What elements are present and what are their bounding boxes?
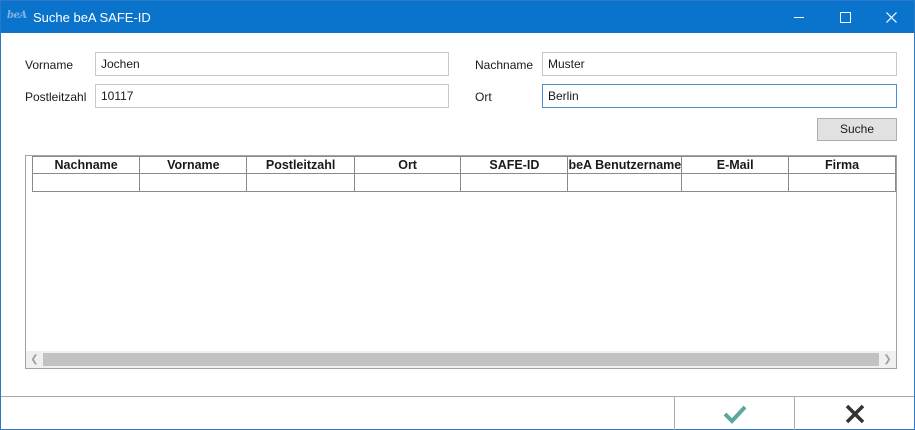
column-header-firma[interactable]: Firma xyxy=(788,156,896,174)
table-cell[interactable] xyxy=(788,173,896,192)
ort-input[interactable]: Berlin xyxy=(542,84,897,108)
horizontal-scrollbar[interactable]: ❮ ❯ xyxy=(26,351,896,368)
search-button[interactable]: Suche xyxy=(817,118,897,141)
plz-label: Postleitzahl xyxy=(25,90,87,104)
column-header-bea-benutzername[interactable]: beA Benutzername xyxy=(567,156,683,174)
scrollbar-thumb[interactable] xyxy=(43,353,879,366)
checkmark-icon xyxy=(723,405,747,424)
plz-input[interactable]: 10117 xyxy=(95,84,449,108)
table-header-row: Nachname Vorname Postleitzahl Ort SAFE-I… xyxy=(31,156,896,174)
results-table: Nachname Vorname Postleitzahl Ort SAFE-I… xyxy=(31,156,896,192)
scroll-right-icon[interactable]: ❯ xyxy=(879,351,896,368)
minimize-button[interactable] xyxy=(776,1,822,33)
column-header-nachname[interactable]: Nachname xyxy=(31,156,141,174)
close-x-icon xyxy=(845,404,865,423)
maximize-button[interactable] xyxy=(822,1,868,33)
nachname-label: Nachname xyxy=(475,58,534,72)
cancel-button[interactable] xyxy=(794,397,915,430)
results-grid[interactable]: Nachname Vorname Postleitzahl Ort SAFE-I… xyxy=(25,155,897,369)
scroll-left-icon[interactable]: ❮ xyxy=(26,351,43,368)
table-cell[interactable] xyxy=(31,173,141,192)
vorname-input[interactable]: Jochen xyxy=(95,52,449,76)
close-window-button[interactable] xyxy=(868,1,914,33)
column-header-postleitzahl[interactable]: Postleitzahl xyxy=(246,156,355,174)
minimize-icon xyxy=(793,16,804,18)
app-logo: beA xyxy=(7,10,27,21)
table-cell[interactable] xyxy=(139,173,248,192)
maximize-icon xyxy=(839,11,851,23)
column-header-email[interactable]: E-Mail xyxy=(681,156,790,174)
table-cell[interactable] xyxy=(567,173,683,192)
column-header-ort[interactable]: Ort xyxy=(353,156,462,174)
column-header-safe-id[interactable]: SAFE-ID xyxy=(460,156,569,174)
footer-bar xyxy=(1,396,914,430)
table-cell[interactable] xyxy=(246,173,355,192)
table-cell[interactable] xyxy=(353,173,462,192)
table-cell[interactable] xyxy=(460,173,569,192)
ort-label: Ort xyxy=(475,90,492,104)
table-cell[interactable] xyxy=(681,173,790,192)
dialog-window: beA Suche beA SAFE-ID Vorname Jochen Nac… xyxy=(0,0,915,430)
window-title: Suche beA SAFE-ID xyxy=(33,10,151,25)
table-row[interactable] xyxy=(31,173,896,192)
nachname-input[interactable]: Muster xyxy=(542,52,897,76)
close-icon xyxy=(885,11,897,23)
ok-button[interactable] xyxy=(674,397,795,430)
vorname-label: Vorname xyxy=(25,58,74,72)
column-header-vorname[interactable]: Vorname xyxy=(139,156,248,174)
title-bar[interactable]: beA Suche beA SAFE-ID xyxy=(1,1,914,33)
